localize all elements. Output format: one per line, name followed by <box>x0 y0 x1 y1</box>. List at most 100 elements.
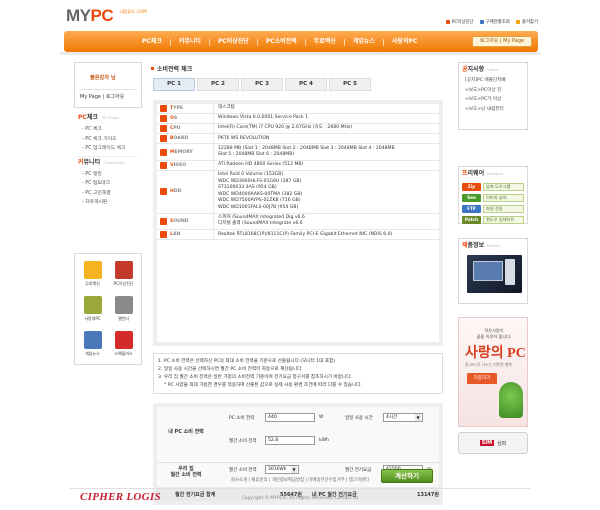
logout-mypage-button[interactable]: 로그아웃 | My Page <box>472 36 532 47</box>
notice-item[interactable]: <보도>PC가 이상 <box>459 95 527 105</box>
vaccine-icon <box>83 261 102 280</box>
daily-usage-label: 일일 사용 시간 <box>345 416 373 421</box>
banner-title: 사랑의 PC <box>465 346 526 361</box>
monthly-power-input[interactable]: 52.8 <box>265 436 315 445</box>
side-menu-item[interactable]: - PC 고민해결 <box>82 189 142 199</box>
spec-row-value: 12288 MB (Slot 1 : 2048MB Slot 2 : 2048M… <box>214 144 439 160</box>
freeware-item[interactable]: Zip 압축 도우그램 <box>462 182 524 191</box>
memory-icon <box>160 148 167 156</box>
freeware-item[interactable]: Patch 윈도우 업데이트 <box>462 215 524 224</box>
divider <box>157 462 439 463</box>
tab-pc-2[interactable]: PC 2 <box>197 78 239 91</box>
sim-banner[interactable]: SIM 심퍼 <box>458 432 528 454</box>
note-line: 1. PC 소비 전력은 선택하신 PC의 최대 소비 전력을 기준으로 산출됩… <box>158 359 336 364</box>
side-menu-item[interactable]: - PC 업그레이드 체크 <box>82 144 142 154</box>
notes-box: 1. PC 소비 전력은 선택하신 PC의 최대 소비 전력을 기준으로 산출됩… <box>153 353 443 394</box>
spec-row-value: Intel(R) Core(TM) i7 CPU 920 @ 2.67GHz (… <box>214 124 439 133</box>
spec-row-name: BOARD <box>170 136 188 141</box>
tab-pc-3[interactable]: PC 3 <box>241 78 283 91</box>
title-en: Notice <box>487 68 499 72</box>
notice-item[interactable]: <보도>난 내컴퓨터 <box>459 105 527 115</box>
home-power-select[interactable]: 301kWh ▼ <box>265 465 299 474</box>
nav-shadow <box>60 52 540 55</box>
spec-row: SOUND 스피커 (SoundMAX Integrated Dig v6.6 디지… <box>157 213 439 231</box>
side-menu-item[interactable]: - PC 팁&테크 <box>82 179 142 189</box>
spec-row-name-text: OUND <box>173 218 189 224</box>
title-accent: PC <box>78 114 87 121</box>
notice-item[interactable]: <보도>PC이상 진 <box>459 86 527 96</box>
nav-item[interactable]: PC체크 <box>134 38 170 46</box>
nav-item[interactable]: 게임뉴스 <box>345 38 383 46</box>
nav-item[interactable]: PC이상진단 <box>210 38 257 46</box>
quick-icon-tools[interactable]: PC이상진단 <box>108 257 139 292</box>
spec-value-line: P6T6 WS REVOLUTION <box>218 135 270 141</box>
title-en: Freeware <box>487 172 504 176</box>
game-news-icon <box>83 330 102 349</box>
quick-icon-calendar[interactable]: 캘린더 <box>108 292 139 327</box>
spec-row-name-text: YPE <box>173 106 183 112</box>
freeware-title: 프리웨어 Freeware <box>459 167 527 180</box>
sim-label: 심퍼 <box>497 440 507 447</box>
donate-button[interactable]: 기증하기 <box>467 373 497 384</box>
spec-row: CPU Intel(R) Core(TM) i7 CPU 920 @ 2.67GH… <box>157 124 439 135</box>
title-bullet-icon <box>151 67 154 70</box>
nav-item[interactable]: PC소비전력 <box>258 38 305 46</box>
side-menu-item[interactable]: - 자유게시판 <box>82 198 142 208</box>
freeware-name-badge: See <box>462 193 481 202</box>
home-power-value: 301kWh <box>268 467 287 472</box>
pc-power-input[interactable]: 440 <box>265 413 315 422</box>
notice-item[interactable]: [공지]PC 매출단지배 <box>459 76 527 86</box>
product-image[interactable] <box>467 255 522 293</box>
nav-item[interactable]: 커뮤니티 <box>171 38 209 46</box>
freeware-item[interactable]: See 이미지 뷰어 <box>462 193 524 202</box>
tower-graphic <box>505 259 515 285</box>
top-link-label: 구매현황조회 <box>485 20 510 25</box>
spec-row-name-text: PU <box>173 126 181 132</box>
spec-table: TYPE 데스크탑 OS Windows Vista 6.0.6001 Service… <box>153 100 443 346</box>
pc-power-unit: W <box>319 415 324 420</box>
quick-icon-vaccine[interactable]: 무료백신 <box>77 257 108 292</box>
tab-pc-1[interactable]: PC 1 <box>153 78 195 91</box>
product-box: 제품정보 Product <box>458 238 528 304</box>
tab-pc-4[interactable]: PC 4 <box>285 78 327 91</box>
tab-pc-5[interactable]: PC 5 <box>329 78 371 91</box>
top-link-purchase[interactable]: 구매현황조회 <box>479 19 510 25</box>
spec-row-name: HDD <box>170 189 182 194</box>
side-menu-item[interactable]: - PC 체크 <box>82 125 142 135</box>
spec-value-line: WDC WD1001FALS-00J7B (954 GB) <box>218 204 299 210</box>
quick-icon-donation-box[interactable]: 사랑의PC <box>77 292 108 327</box>
notice-list: [공지]PC 매출단지배 <보도>PC이상 진 <보도>PC가 이상 <보도>난 내컴… <box>459 76 527 114</box>
footer-links[interactable]: 회사소개 | 제휴문의 | 개인정보취급방침 | 이메일무단수집거부 | 맵고객… <box>0 477 600 483</box>
daily-usage-select[interactable]: 4시간 ▼ <box>383 413 423 422</box>
freeware-item[interactable]: FTP 파일 전송 <box>462 204 524 213</box>
top-link-favorites[interactable]: 즐겨찾기 <box>515 19 538 25</box>
spec-row-label: BOARD <box>157 134 214 144</box>
quick-icon-spec-plus[interactable]: 스펙플러스 <box>108 326 139 361</box>
page-title: 소비전력 체크 <box>151 64 192 73</box>
nav-item[interactable]: 무료백신 <box>306 38 344 46</box>
mypc-logo[interactable]: MYPC <box>66 7 114 25</box>
quick-icon-label: PC이상진단 <box>113 281 134 287</box>
cpu-icon <box>160 125 167 133</box>
note-line: 3. 우리 집 월간 소비 전력은 일반 가정의 소비전력 기준이며 전기요금 … <box>158 375 352 380</box>
spec-row-name: CPU <box>170 126 180 131</box>
nav-item[interactable]: 사랑의PC <box>384 38 425 46</box>
spec-value-line: ATI Radeon HD 4800 Series (512 MB) <box>218 162 304 168</box>
spec-value-line: Windows Vista 6.0.6001 Service Pack 1 <box>218 115 309 121</box>
monitor-graphic <box>473 261 503 281</box>
spec-row-name-text: AN <box>172 232 181 238</box>
side-menu-item[interactable]: - PC 체크 가이드 <box>82 135 142 145</box>
title-en: PC Check <box>101 116 119 120</box>
freeware-name-badge: FTP <box>462 204 481 213</box>
monthly-power-unit: kWh <box>319 438 329 443</box>
title-text: 뮤니티 <box>83 158 101 166</box>
quick-icon-game-news[interactable]: 게임뉴스 <box>77 326 108 361</box>
welcome-links[interactable]: My Page | 로그아웃 <box>80 93 124 100</box>
love-pc-banner[interactable]: 작은사랑이 꿈을 이루어 줍니다. 사랑의 PC 중고PC로 나누는 따뜻한 행… <box>458 317 528 427</box>
side-menu-item[interactable]: - PC 랭킹 <box>82 170 142 180</box>
footer-divider <box>70 488 530 489</box>
spec-row-value: 데스크탑 <box>214 104 439 113</box>
freeware-desc: 이미지 뷰어 <box>483 193 524 202</box>
top-link-diagnosis[interactable]: PC이상진단 <box>445 19 474 25</box>
home-bill-label: 월간 전기요금 <box>345 468 372 473</box>
